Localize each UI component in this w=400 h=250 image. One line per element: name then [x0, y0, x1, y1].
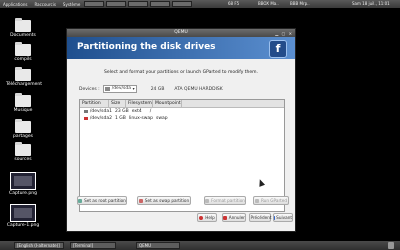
- desktop-icon-label: Capture.png: [9, 191, 37, 196]
- chevron-down-icon: ▾: [132, 86, 135, 91]
- image-thumbnail-icon: [10, 204, 36, 222]
- partition-size: 1 GB: [115, 116, 126, 121]
- menu-places[interactable]: Raccourcis: [34, 2, 55, 7]
- taskbar-item[interactable]: [English (I-alternate)]: [14, 242, 64, 249]
- fedora-logo-icon: f: [269, 40, 287, 58]
- partition-icon: [84, 110, 88, 113]
- desktop-icon-sources[interactable]: sources: [6, 142, 40, 162]
- table-row[interactable]: /dev/sda2 1 GB linux-swap swap: [80, 115, 284, 122]
- next-label: Suivant: [276, 215, 292, 220]
- desktop-icon-downloads[interactable]: Téléchargement: [6, 67, 43, 87]
- column-header-filesystem[interactable]: Filesystem: [126, 100, 153, 107]
- device-row: Devices : /dev/sda ▾ 24 GB ATA QEMU HARD…: [79, 85, 295, 93]
- format-icon: [205, 198, 210, 203]
- device-select-value: /dev/sda: [111, 86, 131, 91]
- swap-icon: [138, 198, 143, 203]
- qemu-window: QEMU ▁ ▢ ✕ Partitioning the disk drives …: [66, 28, 296, 232]
- panel-launcher[interactable]: [172, 1, 193, 7]
- help-button[interactable]: Help: [197, 213, 217, 222]
- desktop-icon-label: partages: [13, 134, 33, 139]
- table-header: Partition Size Filesystem Mountpoint: [80, 100, 284, 108]
- run-gparted-label: Run GParted: [260, 198, 288, 203]
- desktop-icon-compils[interactable]: compils: [6, 42, 40, 62]
- installer-banner: Partitioning the disk drives f: [67, 37, 295, 59]
- cancel-label: Annuler: [228, 215, 245, 220]
- panel-launcher[interactable]: [128, 1, 149, 7]
- desktop-icon-label: Téléchargement: [6, 82, 43, 87]
- folder-icon: [15, 142, 31, 156]
- partition-fs: ext4: [131, 109, 142, 114]
- panel-launcher[interactable]: [84, 1, 105, 7]
- root-icon: [78, 198, 83, 203]
- partition-device: /dev/sda1: [89, 109, 112, 114]
- folder-icon: [15, 42, 31, 56]
- tray-item[interactable]: 68 F5: [228, 1, 239, 6]
- panel-launcher[interactable]: [106, 1, 127, 7]
- cancel-icon: [223, 215, 227, 220]
- set-swap-label: Set as swap partition: [144, 198, 190, 203]
- partition-icon: [84, 117, 88, 120]
- gparted-icon: [254, 198, 259, 203]
- menu-system[interactable]: Système: [63, 2, 80, 7]
- folder-icon: [15, 119, 31, 133]
- desktop-icon-shares[interactable]: partages: [6, 119, 40, 139]
- set-swap-button[interactable]: Set as swap partition: [137, 196, 191, 205]
- desktop-icon-capture-1[interactable]: Capture-1.png: [6, 204, 40, 228]
- set-root-button[interactable]: Set as root partition: [77, 196, 127, 205]
- device-size: 24 GB: [150, 86, 165, 92]
- table-row[interactable]: /dev/sda1 23 GB ext4 /: [80, 108, 284, 115]
- previous-label: Précédent: [250, 215, 272, 220]
- desktop-icon-label: Documents: [10, 33, 36, 38]
- partition-device: /dev/sda2: [89, 116, 112, 121]
- panel-launcher[interactable]: [150, 1, 171, 7]
- tray-item[interactable]: BBOX Ma..: [258, 1, 279, 6]
- desktop-icon-music[interactable]: Musique: [6, 93, 40, 113]
- taskbar-item[interactable]: QEMU: [136, 242, 180, 249]
- folder-icon: [15, 67, 31, 81]
- desktop-icon-documents[interactable]: Documents: [6, 18, 40, 38]
- format-label: Format partition: [211, 198, 245, 203]
- device-select[interactable]: /dev/sda ▾: [102, 85, 137, 93]
- desktop-icon-label: Musique: [13, 108, 33, 113]
- folder-icon: [15, 18, 31, 32]
- column-header-partition[interactable]: Partition: [80, 100, 109, 107]
- desktop-icon-label: sources: [14, 157, 32, 162]
- partition-mount: swap: [156, 116, 168, 121]
- clock[interactable]: Sam 18 juil., 11:01: [352, 1, 390, 6]
- set-root-label: Set as root partition: [84, 198, 126, 203]
- column-header-mountpoint[interactable]: Mountpoint: [153, 100, 182, 107]
- partition-fs: linux-swap: [128, 116, 154, 121]
- tray-item[interactable]: BBB Mrp..: [290, 1, 310, 6]
- top-panel: Applications Raccourcis Système 68 F5 BB…: [0, 0, 400, 8]
- menu-applications[interactable]: Applications: [3, 2, 27, 7]
- previous-button[interactable]: Précédent: [249, 213, 272, 222]
- run-gparted-button[interactable]: Run GParted: [253, 196, 289, 205]
- partition-mount: /: [149, 109, 152, 114]
- partition-size: 23 GB: [115, 109, 129, 114]
- window-titlebar[interactable]: QEMU ▁ ▢ ✕: [67, 29, 295, 37]
- devices-label: Devices :: [79, 86, 100, 92]
- desktop-icon-label: compils: [14, 57, 32, 62]
- desktop-icon-label: Capture-1.png: [6, 223, 40, 228]
- help-icon: [199, 215, 204, 220]
- window-title: QEMU: [174, 30, 188, 35]
- folder-icon: [15, 93, 31, 107]
- harddisk-icon: [104, 87, 110, 91]
- column-header-size[interactable]: Size: [109, 100, 126, 107]
- taskbar-item[interactable]: [Terminal]: [70, 242, 116, 249]
- bottom-panel: [English (I-alternate)] [Terminal] QEMU: [0, 241, 400, 250]
- next-button[interactable]: Suivant: [273, 213, 293, 222]
- instructions-text: Select and format your partitions or lau…: [104, 70, 258, 75]
- device-model: ATA QEMU HARDDISK: [174, 86, 223, 92]
- image-thumbnail-icon: [10, 172, 36, 190]
- page-title: Partitioning the disk drives: [77, 42, 216, 52]
- desktop-icon-capture[interactable]: Capture.png: [6, 172, 40, 196]
- help-label: Help: [205, 215, 215, 220]
- cancel-button[interactable]: Annuler: [222, 213, 246, 222]
- trash-icon[interactable]: [388, 242, 394, 249]
- format-button[interactable]: Format partition: [204, 196, 246, 205]
